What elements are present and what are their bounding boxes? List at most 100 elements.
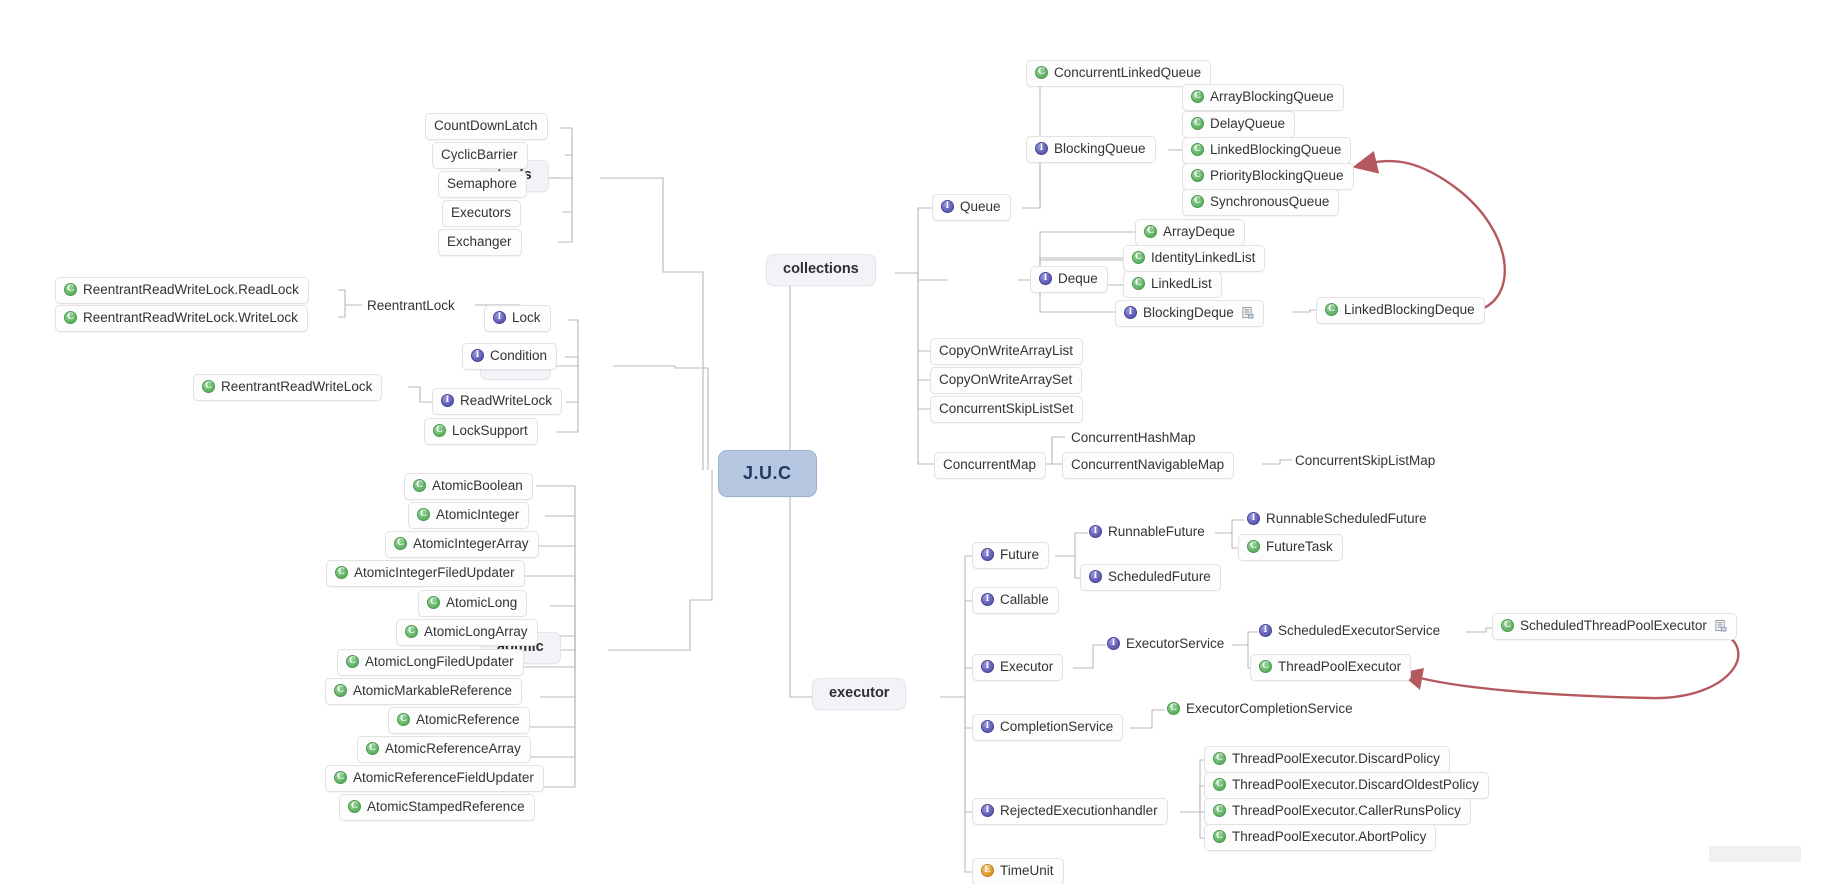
node-label: ThreadPoolExecutor.AbortPolicy — [1232, 829, 1427, 844]
node-label: ArrayDeque — [1163, 224, 1236, 239]
node-atomicreference[interactable]: C AtomicReference — [388, 707, 530, 734]
node-locksupport[interactable]: C LockSupport — [424, 418, 538, 445]
node-concurrentnavigablemap[interactable]: ConcurrentNavigableMap — [1062, 452, 1235, 479]
interface-icon: I — [441, 394, 454, 408]
node-completionservice[interactable]: I CompletionService — [972, 714, 1124, 741]
class-icon: C — [1191, 169, 1204, 183]
node-atomicreferencearray[interactable]: C AtomicReferenceArray — [357, 736, 531, 763]
node-label: ThreadPoolExecutor.CallerRunsPolicy — [1232, 803, 1461, 818]
node-delayqueue[interactable]: C DelayQueue — [1182, 111, 1296, 138]
node-concurrentmap[interactable]: ConcurrentMap — [934, 452, 1047, 479]
node-linkedblockingdeque[interactable]: C LinkedBlockingDeque — [1316, 297, 1485, 324]
node-futuretask[interactable]: C FutureTask — [1238, 534, 1343, 561]
node-label: Deque — [1058, 271, 1098, 286]
node-reentrantreadwritelock-writelock[interactable]: C ReentrantReadWriteLock.WriteLock — [55, 305, 308, 332]
node-concurrentskiplistset[interactable]: ConcurrentSkipListSet — [930, 396, 1084, 423]
node-scheduledfuture[interactable]: I ScheduledFuture — [1080, 564, 1221, 591]
node-linkedblockingqueue[interactable]: C LinkedBlockingQueue — [1182, 137, 1352, 164]
node-label: LockSupport — [452, 423, 528, 438]
node-atomiclongfiledupdater[interactable]: C AtomicLongFiledUpdater — [337, 649, 524, 676]
node-timeunit[interactable]: E TimeUnit — [972, 858, 1064, 884]
node-atomicmarkablereference[interactable]: C AtomicMarkableReference — [325, 678, 523, 705]
class-icon: C — [394, 537, 407, 551]
node-label: AtomicIntegerArray — [413, 536, 529, 551]
node-label: ExecutorCompletionService — [1186, 701, 1353, 716]
node-synchronousqueue[interactable]: C SynchronousQueue — [1182, 189, 1340, 216]
class-icon: C — [397, 713, 410, 727]
node-scheduledexecutorservice[interactable]: I ScheduledExecutorService — [1250, 618, 1450, 645]
node-readwritelock[interactable]: I ReadWriteLock — [432, 388, 563, 415]
node-label: CopyOnWriteArrayList — [939, 343, 1074, 358]
node-label: AtomicIntegerFiledUpdater — [354, 565, 515, 580]
node-rejectedexecutionhandler[interactable]: I RejectedExecutionhandler — [972, 798, 1168, 825]
node-executors[interactable]: Executors — [442, 200, 522, 227]
branch-collections[interactable]: collections — [766, 254, 876, 286]
branch-executor[interactable]: executor — [812, 678, 907, 710]
node-atomicboolean[interactable]: C AtomicBoolean — [404, 473, 533, 500]
node-cyclicbarrier[interactable]: CyclicBarrier — [432, 142, 528, 169]
node-concurrentlinkedqueue[interactable]: C ConcurrentLinkedQueue — [1026, 60, 1212, 87]
node-reentrantreadwritelock-readlock[interactable]: C ReentrantReadWriteLock.ReadLock — [55, 277, 309, 304]
node-future[interactable]: I Future — [972, 542, 1050, 569]
node-executorcompletionservice[interactable]: C ExecutorCompletionService — [1158, 696, 1363, 723]
class-icon: C — [1325, 303, 1338, 317]
node-blockingqueue[interactable]: I BlockingQueue — [1026, 136, 1156, 163]
node-threadpoolexecutor-discardpolicy[interactable]: C ThreadPoolExecutor.DiscardPolicy — [1204, 746, 1450, 773]
node-deque[interactable]: I Deque — [1030, 266, 1108, 293]
node-scheduledthreadpoolexecutor[interactable]: C ScheduledThreadPoolExecutor — [1492, 613, 1737, 640]
node-atomicintegerarray[interactable]: C AtomicIntegerArray — [385, 531, 539, 558]
node-copyonwritearrayset[interactable]: CopyOnWriteArraySet — [930, 367, 1083, 394]
node-reentrantlock[interactable]: ReentrantLock — [358, 293, 465, 320]
interface-icon: I — [941, 200, 954, 214]
class-icon: C — [1213, 804, 1226, 818]
node-priorityblockingqueue[interactable]: C PriorityBlockingQueue — [1182, 163, 1354, 190]
node-label: ConcurrentNavigableMap — [1071, 457, 1225, 472]
node-lock[interactable]: I Lock — [484, 305, 551, 332]
node-label: ConcurrentLinkedQueue — [1054, 65, 1202, 80]
node-reentrantreadwritelock[interactable]: C ReentrantReadWriteLock — [193, 374, 383, 401]
node-copyonwritearraylist[interactable]: CopyOnWriteArrayList — [930, 338, 1084, 365]
node-executorservice[interactable]: I ExecutorService — [1098, 631, 1234, 658]
node-atomicstampedreference[interactable]: C AtomicStampedReference — [339, 794, 535, 821]
node-identitylinkedlist[interactable]: C IdentityLinkedList — [1123, 245, 1266, 272]
node-executor-interface[interactable]: I Executor — [972, 654, 1064, 681]
interface-icon: I — [1107, 637, 1120, 651]
node-concurrenthashmap[interactable]: ConcurrentHashMap — [1062, 425, 1206, 452]
node-arraydeque[interactable]: C ArrayDeque — [1135, 219, 1246, 246]
interface-icon: I — [981, 660, 994, 674]
node-atomiclongarray[interactable]: C AtomicLongArray — [396, 619, 538, 646]
node-queue[interactable]: I Queue — [932, 194, 1011, 221]
interface-icon: I — [981, 548, 994, 562]
node-threadpoolexecutor-abortpolicy[interactable]: C ThreadPoolExecutor.AbortPolicy — [1204, 824, 1437, 851]
node-atomicintegerfiledupdater[interactable]: C AtomicIntegerFiledUpdater — [326, 560, 525, 587]
node-arrayblockingqueue[interactable]: C ArrayBlockingQueue — [1182, 84, 1344, 111]
root-node-juc[interactable]: J.U.C — [718, 450, 817, 497]
node-label: ReentrantReadWriteLock.WriteLock — [83, 310, 298, 325]
node-runnablescheduledfuture[interactable]: I RunnableScheduledFuture — [1238, 506, 1437, 533]
node-label: CountDownLatch — [434, 118, 538, 133]
node-label: ExecutorService — [1126, 636, 1225, 651]
node-condition[interactable]: I Condition — [462, 343, 558, 370]
node-semaphore[interactable]: Semaphore — [438, 171, 527, 198]
node-blockingdeque[interactable]: I BlockingDeque — [1115, 300, 1264, 327]
node-label: BlockingQueue — [1054, 141, 1146, 156]
node-atomicreferencefieldupdater[interactable]: C AtomicReferenceFieldUpdater — [325, 765, 544, 792]
node-label: ThreadPoolExecutor.DiscardPolicy — [1232, 751, 1440, 766]
node-threadpoolexecutor-discardoldestpolicy[interactable]: C ThreadPoolExecutor.DiscardOldestPolicy — [1204, 772, 1489, 799]
class-icon: C — [1259, 660, 1272, 674]
node-exchanger[interactable]: Exchanger — [438, 229, 522, 256]
node-label: AtomicReferenceArray — [385, 741, 521, 756]
node-callable[interactable]: I Callable — [972, 587, 1059, 614]
node-concurrentskiplistmap[interactable]: ConcurrentSkipListMap — [1286, 448, 1445, 475]
node-runnablefuture[interactable]: I RunnableFuture — [1080, 519, 1215, 546]
class-icon: C — [334, 684, 347, 698]
class-icon: C — [1035, 66, 1048, 80]
node-countdownlatch[interactable]: CountDownLatch — [425, 113, 548, 140]
node-atomicinteger[interactable]: C AtomicInteger — [408, 502, 530, 529]
class-icon: C — [1213, 830, 1226, 844]
node-threadpoolexecutor-callerrunspolicy[interactable]: C ThreadPoolExecutor.CallerRunsPolicy — [1204, 798, 1471, 825]
node-atomiclong[interactable]: C AtomicLong — [418, 590, 528, 617]
node-linkedlist[interactable]: C LinkedList — [1123, 271, 1222, 298]
interface-icon: I — [1089, 570, 1102, 584]
node-threadpoolexecutor[interactable]: C ThreadPoolExecutor — [1250, 654, 1412, 681]
